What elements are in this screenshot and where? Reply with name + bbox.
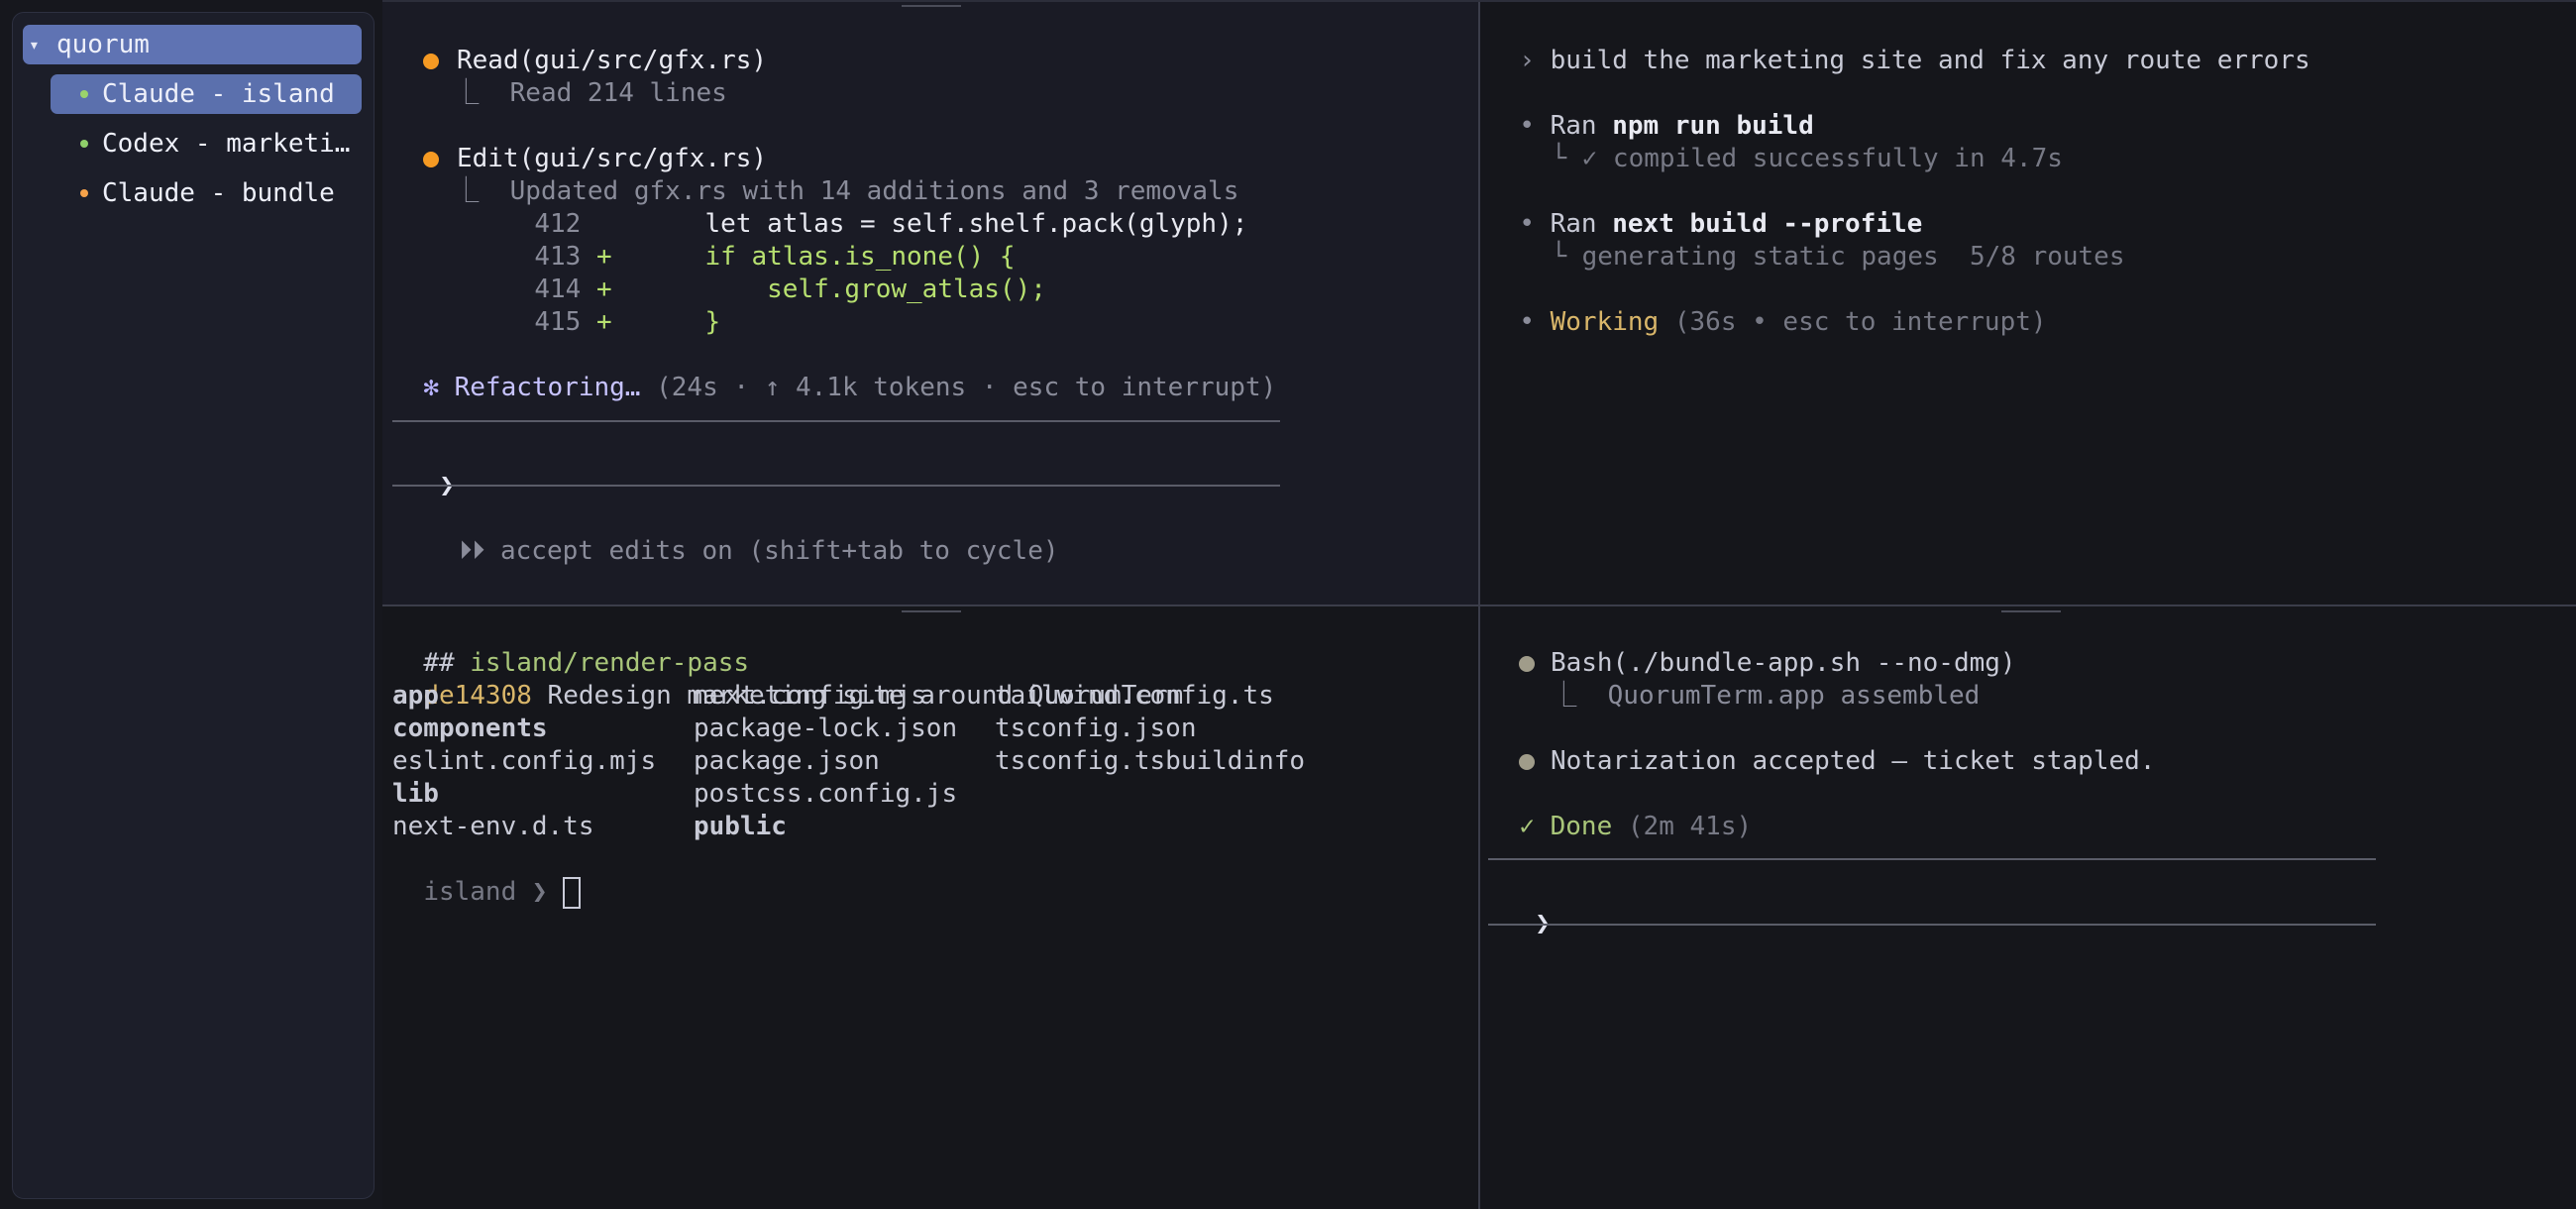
session-sidebar: ▾ quorum Claude - island Codex - marketi… [12,12,375,1199]
prompt-input[interactable]: ❯ [1504,875,1551,940]
result-prefix: └ [1551,242,1566,272]
commit-hash: de14308 [423,681,532,711]
result-prefix: └ [1551,144,1566,173]
input-border-bottom [1488,924,2376,926]
shell-prompt[interactable]: island ❯ [392,843,582,909]
top-border [382,0,2576,2]
status-dot-icon [80,189,88,197]
sidebar-item-claude-island[interactable]: Claude - island [51,74,362,114]
check-icon: ✓ [1519,812,1535,841]
file-entry-dir: app [392,681,439,711]
input-border-bottom [392,485,1280,487]
step-detail: └ generating static pages 5/8 routes [1520,208,2125,274]
result-prefix: ⎿ [453,78,480,108]
step-detail-text: generating static pages 5/8 routes [1581,242,2125,272]
tool-result-text: Read 214 lines [509,78,727,108]
status-word: Refactoring… [454,373,641,402]
fast-forward-icon: ⏵⏵ [459,536,485,566]
file-entry: package.json [694,746,880,776]
sidebar-group-label: quorum [56,30,150,59]
shell-prompt-text: island ❯ [423,877,548,907]
prompt-input[interactable]: ❯ [408,437,455,502]
prompt-chevron-icon: › [1519,46,1535,75]
file-entry-dir: lib [392,779,439,809]
sidebar-group-quorum[interactable]: ▾ quorum [23,25,362,64]
pane-divider-horizontal[interactable] [382,604,2576,606]
sidebar-item-claude-bundle[interactable]: Claude - bundle [51,173,362,213]
file-entry: next.config.mjs [694,681,926,711]
file-entry: package-lock.json [694,714,958,743]
mode-text: accept edits on (shift+tab to cycle) [499,536,1059,566]
status-word: Working [1550,307,1660,337]
text-cursor [563,876,582,909]
file-entry: tailwind.config.ts [995,681,1274,711]
result-prefix: ⎿ [453,176,480,206]
sidebar-item-label: Claude - bundle [102,178,335,208]
drag-handle[interactable] [2001,610,2061,612]
status-detail: (2m 41s) [1627,812,1753,841]
file-entry: eslint.config.mjs [392,746,657,776]
status-dot-icon [1519,753,1536,770]
file-entry-dir: components [392,714,548,743]
result-prefix: ⎿ [1551,681,1577,711]
file-entry: postcss.config.js [694,779,958,809]
tool-result-text: QuorumTerm.app assembled [1607,681,1981,711]
tool-result-read: ⎿ Read 214 lines [422,45,727,110]
chevron-down-icon[interactable]: ▾ [29,35,53,55]
drag-handle[interactable] [902,610,961,612]
notarization-text: Notarization accepted — ticket stapled. [1550,746,2156,776]
input-border-top [392,420,1280,422]
user-prompt: › build the marketing site and fix any r… [1488,12,2310,77]
status-dot-icon [80,140,88,148]
line-number: 415 [534,307,582,337]
sidebar-item-label: Claude - island [102,79,335,109]
code-text: } [642,307,721,337]
mode-indicator[interactable]: ⏵⏵ accept edits on (shift+tab to cycle) [428,502,1059,568]
spinner-icon: ✻ [423,373,439,402]
diff-sign: + [595,307,612,337]
sidebar-item-codex-marketing[interactable]: Codex - marketi… [51,124,362,164]
input-border-top [1488,858,2376,860]
status-word: Done [1550,812,1613,841]
user-prompt-text: build the marketing site and fix any rou… [1550,46,2310,75]
diff-line-added: 415 + } [503,274,720,339]
bullet-icon: • [1519,307,1535,337]
drag-handle[interactable] [902,5,961,7]
working-status: • Working (36s • esc to interrupt) [1488,274,2047,339]
status-line: ✻ Refactoring… (24s · ↑ 4.1k tokens · es… [392,339,1276,404]
status-dot-icon [80,90,88,98]
tool-result-bash: ⎿ QuorumTerm.app assembled [1520,647,1980,713]
notarization-line: Notarization accepted — ticket stapled. [1488,713,2155,778]
step-detail: └ ✓ compiled successfully in 4.7s [1520,110,2063,175]
file-entry: next-env.d.ts [392,812,594,841]
status-detail: (36s • esc to interrupt) [1673,307,2047,337]
sidebar-item-label: Codex - marketi… [102,129,351,159]
file-entry: tsconfig.json [995,714,1197,743]
status-detail: (24s · ↑ 4.1k tokens · esc to interrupt) [656,373,1277,402]
done-status: ✓ Done (2m 41s) [1488,778,1752,843]
step-detail-text: ✓ compiled successfully in 4.7s [1581,144,2063,173]
file-entry-dir: public [694,812,787,841]
file-entry: tsconfig.tsbuildinfo [995,746,1306,776]
